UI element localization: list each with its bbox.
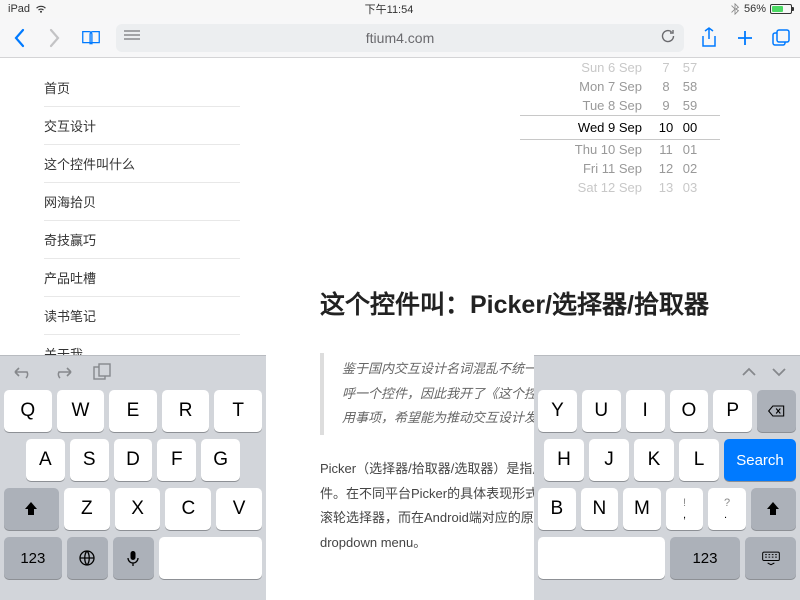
redo-icon[interactable] xyxy=(52,364,74,385)
search-key[interactable]: Search xyxy=(724,439,796,481)
sidebar-item[interactable]: 网海拾贝 xyxy=(44,183,240,221)
key-l[interactable]: L xyxy=(679,439,719,481)
url-text: ftium4.com xyxy=(366,30,434,46)
key-d[interactable]: D xyxy=(114,439,153,481)
battery-pct: 56% xyxy=(744,3,766,15)
key-j[interactable]: J xyxy=(589,439,629,481)
punct-period-key[interactable]: ?. xyxy=(708,488,746,530)
key-b[interactable]: B xyxy=(538,488,576,530)
backspace-key[interactable] xyxy=(757,390,796,432)
key-m[interactable]: M xyxy=(623,488,661,530)
forward-button[interactable] xyxy=(44,27,66,49)
key-t[interactable]: T xyxy=(214,390,262,432)
numbers-key[interactable]: 123 xyxy=(4,537,62,579)
chevron-up-icon[interactable] xyxy=(740,365,758,383)
picker-row: Sun 6 Sep757 xyxy=(520,58,720,77)
battery-icon xyxy=(770,4,792,14)
sidebar-item[interactable]: 产品吐槽 xyxy=(44,259,240,297)
key-a[interactable]: A xyxy=(26,439,65,481)
article-title: 这个控件叫：Picker/选择器/拾取器 xyxy=(320,288,760,323)
globe-key[interactable] xyxy=(67,537,108,579)
key-h[interactable]: H xyxy=(544,439,584,481)
sidebar-item[interactable]: 交互设计 xyxy=(44,107,240,145)
bookmarks-button[interactable] xyxy=(80,27,102,49)
punct-comma-key[interactable]: !, xyxy=(666,488,704,530)
sidebar-item[interactable]: 奇技赢巧 xyxy=(44,221,240,259)
key-q[interactable]: Q xyxy=(4,390,52,432)
status-bar: iPad 下午11:54 56% xyxy=(0,0,800,18)
reader-icon[interactable] xyxy=(124,29,140,46)
undo-icon[interactable] xyxy=(12,364,34,385)
key-w[interactable]: W xyxy=(57,390,105,432)
new-tab-button[interactable] xyxy=(734,27,756,49)
picker-row: Fri 11 Sep1202 xyxy=(520,159,720,178)
back-button[interactable] xyxy=(8,27,30,49)
key-f[interactable]: F xyxy=(157,439,196,481)
share-button[interactable] xyxy=(698,27,720,49)
key-r[interactable]: R xyxy=(162,390,210,432)
sidebar-item[interactable]: 首页 xyxy=(44,78,240,107)
sidebar-item[interactable]: 读书笔记 xyxy=(44,297,240,335)
keyboard-right: YUIOP HJKL Search BNM !, ?. 123 xyxy=(534,355,800,600)
key-c[interactable]: C xyxy=(165,488,211,530)
url-bar[interactable]: ftium4.com xyxy=(116,24,684,52)
numbers-key[interactable]: 123 xyxy=(670,537,741,579)
device-label: iPad xyxy=(8,3,30,15)
key-k[interactable]: K xyxy=(634,439,674,481)
picker-row: Thu 10 Sep1101 xyxy=(520,140,720,159)
picker-row: Mon 7 Sep858 xyxy=(520,77,720,96)
tabs-button[interactable] xyxy=(770,27,792,49)
key-u[interactable]: U xyxy=(582,390,621,432)
chevron-down-icon[interactable] xyxy=(770,365,788,383)
paste-icon[interactable] xyxy=(92,363,112,386)
key-p[interactable]: P xyxy=(713,390,752,432)
key-n[interactable]: N xyxy=(581,488,619,530)
key-z[interactable]: Z xyxy=(64,488,110,530)
picker-row: Tue 8 Sep959 xyxy=(520,96,720,115)
key-e[interactable]: E xyxy=(109,390,157,432)
sidebar-item[interactable]: 这个控件叫什么 xyxy=(44,145,240,183)
picker-row: Sat 12 Sep1303 xyxy=(520,178,720,197)
bluetooth-icon xyxy=(730,3,740,15)
key-x[interactable]: X xyxy=(115,488,161,530)
keyboard-left: QWERT ASDFG ZXCV 123 xyxy=(0,355,266,600)
key-o[interactable]: O xyxy=(670,390,709,432)
key-i[interactable]: I xyxy=(626,390,665,432)
key-g[interactable]: G xyxy=(201,439,240,481)
wifi-icon xyxy=(34,4,48,14)
picker-row: Wed 9 Sep1000 xyxy=(520,115,720,140)
shift-key[interactable] xyxy=(4,488,59,530)
browser-toolbar: ftium4.com xyxy=(0,18,800,58)
dismiss-keyboard-key[interactable] xyxy=(745,537,796,579)
shift-key[interactable] xyxy=(751,488,796,530)
mic-key[interactable] xyxy=(113,537,154,579)
picker-illustration: Sun 6 Sep757Mon 7 Sep858Tue 8 Sep959Wed … xyxy=(520,58,720,197)
key-s[interactable]: S xyxy=(70,439,109,481)
key-y[interactable]: Y xyxy=(538,390,577,432)
clock: 下午11:54 xyxy=(365,1,414,17)
space-key[interactable] xyxy=(538,537,665,579)
key-v[interactable]: V xyxy=(216,488,262,530)
reload-icon[interactable] xyxy=(660,28,676,47)
space-key[interactable] xyxy=(159,537,262,579)
